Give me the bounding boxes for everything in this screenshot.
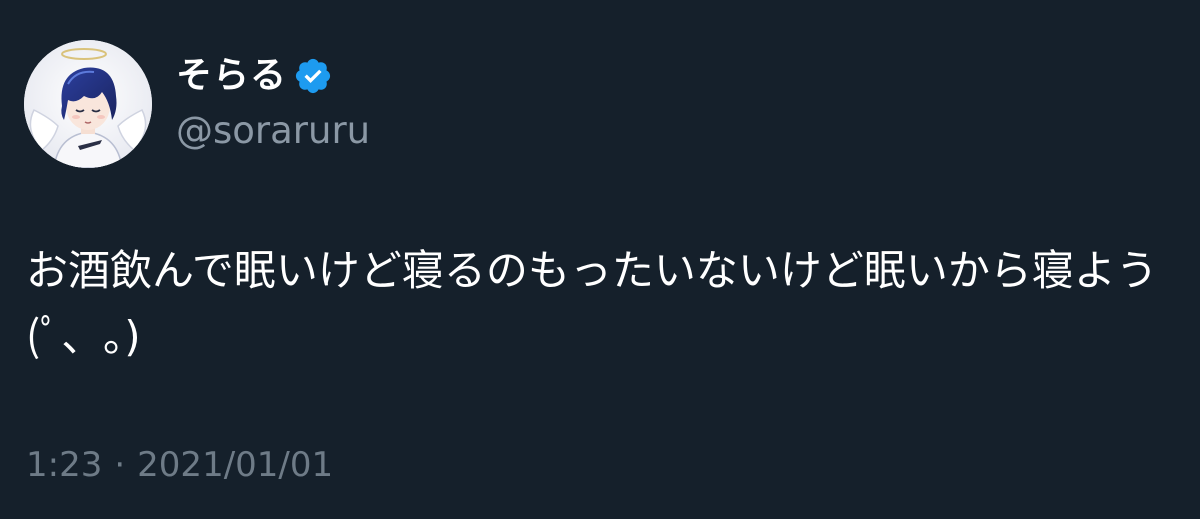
avatar-illustration-icon bbox=[24, 40, 152, 168]
tweet-card: そらる @soraruru お酒飲んで眠いけど寝るのもったいないけど眠いから寝よ… bbox=[0, 0, 1200, 519]
meta-separator: · bbox=[114, 445, 126, 485]
tweet-time: 1:23 bbox=[26, 445, 103, 485]
user-name-row: そらる bbox=[176, 52, 333, 100]
avatar[interactable] bbox=[24, 40, 152, 168]
tweet-timestamp[interactable]: 1:23 · 2021/01/01 bbox=[26, 443, 333, 487]
user-handle[interactable]: @soraruru bbox=[176, 108, 370, 154]
tweet-date: 2021/01/01 bbox=[137, 445, 334, 485]
tweet-text: お酒飲んで眠いけど寝るのもったいないけど眠いから寝よう(ﾟ、｡) bbox=[26, 246, 1158, 361]
display-name[interactable]: そらる bbox=[176, 52, 287, 100]
verified-badge-icon bbox=[293, 56, 333, 96]
